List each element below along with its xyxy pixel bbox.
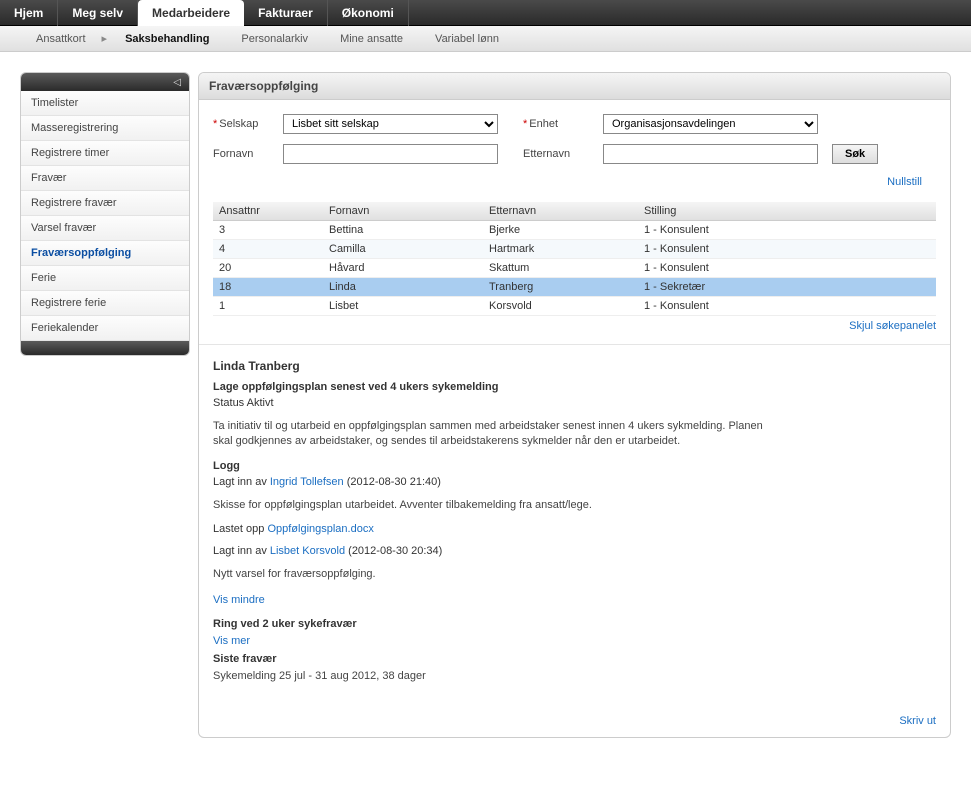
log-heading: Logg <box>213 460 936 472</box>
table-row[interactable]: 4 Camilla Hartmark 1 - Konsulent <box>213 240 936 259</box>
uploaded-file-link[interactable]: Oppfølgingsplan.docx <box>267 523 373 535</box>
col-stilling[interactable]: Stilling <box>638 202 936 221</box>
show-more-link[interactable]: Vis mer <box>213 635 250 647</box>
label-enhet: *Enhet <box>523 118 603 130</box>
subnav-ansattkort[interactable]: Ansattkort <box>20 33 102 45</box>
last-absence-text: Sykemelding 25 jul - 31 aug 2012, 38 dag… <box>213 669 773 684</box>
log-text: Skisse for oppfølgingsplan utarbeidet. A… <box>213 498 773 513</box>
table-row[interactable]: 20 Håvard Skattum 1 - Konsulent <box>213 259 936 278</box>
show-less-link[interactable]: Vis mindre <box>213 594 265 606</box>
sidebar-item-timelister[interactable]: Timelister <box>21 91 189 116</box>
upload-entry: Lastet opp Oppfølgingsplan.docx <box>213 523 936 535</box>
detail-employee-name: Linda Tranberg <box>213 359 936 373</box>
search-button[interactable]: Søk <box>832 144 878 164</box>
detail-task-title: Lage oppfølgingsplan senest ved 4 ukers … <box>213 381 936 393</box>
employee-table: Ansattnr Fornavn Etternavn Stilling 3 Be… <box>213 202 936 316</box>
main-panel: Fraværsoppfølging *Selskap Lisbet sitt s… <box>198 72 951 738</box>
print-link[interactable]: Skriv ut <box>199 709 950 737</box>
last-absence-heading: Siste fravær <box>213 653 936 665</box>
log-entry: Lagt inn av Ingrid Tollefsen (2012-08-30… <box>213 476 936 488</box>
detail-panel: Linda Tranberg Lage oppfølgingsplan sene… <box>199 344 950 709</box>
table-body: 3 Bettina Bjerke 1 - Konsulent 4 Camilla… <box>213 221 936 316</box>
sidebar-footer <box>21 341 189 355</box>
sidebar-header: ◁ <box>21 73 189 91</box>
table-row[interactable]: 18 Linda Tranberg 1 - Sekretær <box>213 278 936 297</box>
sidebar-item-registrere-timer[interactable]: Registrere timer <box>21 141 189 166</box>
subnav-saksbehandling[interactable]: Saksbehandling <box>109 33 225 45</box>
sidebar-item-feriekalender[interactable]: Feriekalender <box>21 316 189 341</box>
breadcrumb-caret-icon: ▸ <box>102 32 108 45</box>
label-etternavn: Etternavn <box>523 148 603 160</box>
tab-meg-selv[interactable]: Meg selv <box>58 0 138 26</box>
detail-description: Ta initiativ til og utarbeid en oppfølgi… <box>213 419 773 450</box>
select-enhet[interactable]: Organisasjonsavdelingen <box>603 114 818 134</box>
table-row[interactable]: 3 Bettina Bjerke 1 - Konsulent <box>213 221 936 240</box>
tab-fakturaer[interactable]: Fakturaer <box>244 0 328 26</box>
reset-link[interactable]: Nullstill <box>213 174 936 190</box>
input-fornavn[interactable] <box>283 144 498 164</box>
log-user-link[interactable]: Lisbet Korsvold <box>270 545 345 557</box>
sidebar-item-ferie[interactable]: Ferie <box>21 266 189 291</box>
tab-medarbeidere[interactable]: Medarbeidere <box>138 0 244 26</box>
sidebar: ◁ Timelister Masseregistrering Registrer… <box>20 72 190 356</box>
log-user-link[interactable]: Ingrid Tollefsen <box>270 476 344 488</box>
select-selskap[interactable]: Lisbet sitt selskap <box>283 114 498 134</box>
sidebar-item-registrere-fravaer[interactable]: Registrere fravær <box>21 191 189 216</box>
subnav-personalarkiv[interactable]: Personalarkiv <box>225 33 324 45</box>
tab-okonomi[interactable]: Økonomi <box>328 0 409 26</box>
task2-title: Ring ved 2 uker sykefravær <box>213 618 936 630</box>
top-nav: Hjem Meg selv Medarbeidere Fakturaer Øko… <box>0 0 971 26</box>
log-entry: Lagt inn av Lisbet Korsvold (2012-08-30 … <box>213 545 936 557</box>
subnav-variabel-lonn[interactable]: Variabel lønn <box>419 33 515 45</box>
sidebar-item-fravaer[interactable]: Fravær <box>21 166 189 191</box>
col-ansattnr[interactable]: Ansattnr <box>213 202 323 221</box>
subnav-mine-ansatte[interactable]: Mine ansatte <box>324 33 419 45</box>
table-row[interactable]: 1 Lisbet Korsvold 1 - Konsulent <box>213 297 936 316</box>
sidebar-item-registrere-ferie[interactable]: Registrere ferie <box>21 291 189 316</box>
col-fornavn[interactable]: Fornavn <box>323 202 483 221</box>
input-etternavn[interactable] <box>603 144 818 164</box>
sidebar-item-masseregistrering[interactable]: Masseregistrering <box>21 116 189 141</box>
sidebar-item-varsel-fravaer[interactable]: Varsel fravær <box>21 216 189 241</box>
label-fornavn: Fornavn <box>213 148 283 160</box>
panel-title: Fraværsoppfølging <box>199 73 950 100</box>
hide-search-panel-link[interactable]: Skjul søkepanelet <box>199 318 950 334</box>
label-selskap: *Selskap <box>213 118 283 130</box>
search-panel: *Selskap Lisbet sitt selskap *Enhet Orga… <box>199 100 950 194</box>
collapse-left-icon[interactable]: ◁ <box>173 77 181 88</box>
sub-nav: Ansattkort ▸ Saksbehandling Personalarki… <box>0 26 971 52</box>
log-text: Nytt varsel for fraværsoppfølging. <box>213 567 773 582</box>
detail-status: Status Aktivt <box>213 397 936 409</box>
sidebar-item-fravaersoppfolging[interactable]: Fraværsoppfølging <box>21 241 189 266</box>
tab-hjem[interactable]: Hjem <box>0 0 58 26</box>
col-etternavn[interactable]: Etternavn <box>483 202 638 221</box>
